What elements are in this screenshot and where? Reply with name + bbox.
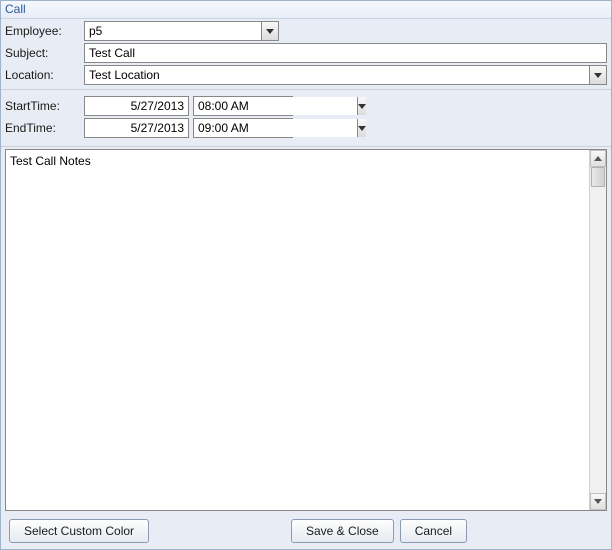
employee-dropdown-button[interactable] xyxy=(261,22,278,40)
chevron-down-icon xyxy=(358,104,366,109)
end-time-combo[interactable] xyxy=(193,118,293,138)
location-combo[interactable] xyxy=(84,65,607,85)
notes-area xyxy=(5,149,607,511)
notes-scrollbar[interactable] xyxy=(589,150,606,510)
employee-combo[interactable] xyxy=(84,21,279,41)
notes-textarea[interactable] xyxy=(6,150,589,510)
end-time-dropdown-button[interactable] xyxy=(357,119,366,137)
scroll-down-button[interactable] xyxy=(590,493,606,510)
scroll-up-button[interactable] xyxy=(590,150,606,167)
time-section: StartTime: EndTime: xyxy=(1,90,611,147)
chevron-down-icon xyxy=(594,499,602,504)
form-section: Employee: Subject: Location: xyxy=(1,19,611,90)
start-time-label: StartTime: xyxy=(5,99,80,113)
cancel-button[interactable]: Cancel xyxy=(400,519,467,543)
employee-label: Employee: xyxy=(5,24,80,38)
location-input[interactable] xyxy=(85,66,589,84)
location-dropdown-button[interactable] xyxy=(589,66,606,84)
location-label: Location: xyxy=(5,68,80,82)
subject-input[interactable] xyxy=(84,43,607,63)
chevron-down-icon xyxy=(358,126,366,131)
chevron-down-icon xyxy=(266,29,274,34)
subject-label: Subject: xyxy=(5,46,80,60)
start-time-input[interactable] xyxy=(194,97,357,115)
button-bar: Select Custom Color Save & Close Cancel xyxy=(1,513,611,549)
select-custom-color-button[interactable]: Select Custom Color xyxy=(9,519,149,543)
start-date-input[interactable] xyxy=(84,96,189,116)
start-time-combo[interactable] xyxy=(193,96,293,116)
save-and-close-button[interactable]: Save & Close xyxy=(291,519,394,543)
chevron-down-icon xyxy=(594,73,602,78)
scroll-thumb[interactable] xyxy=(591,167,605,187)
call-dialog: Call Employee: Subject: Location: xyxy=(0,0,612,550)
end-time-input[interactable] xyxy=(194,119,357,137)
end-time-label: EndTime: xyxy=(5,121,80,135)
start-time-dropdown-button[interactable] xyxy=(357,97,366,115)
window-title: Call xyxy=(1,1,611,19)
employee-input[interactable] xyxy=(85,22,261,40)
chevron-up-icon xyxy=(594,156,602,161)
end-date-input[interactable] xyxy=(84,118,189,138)
